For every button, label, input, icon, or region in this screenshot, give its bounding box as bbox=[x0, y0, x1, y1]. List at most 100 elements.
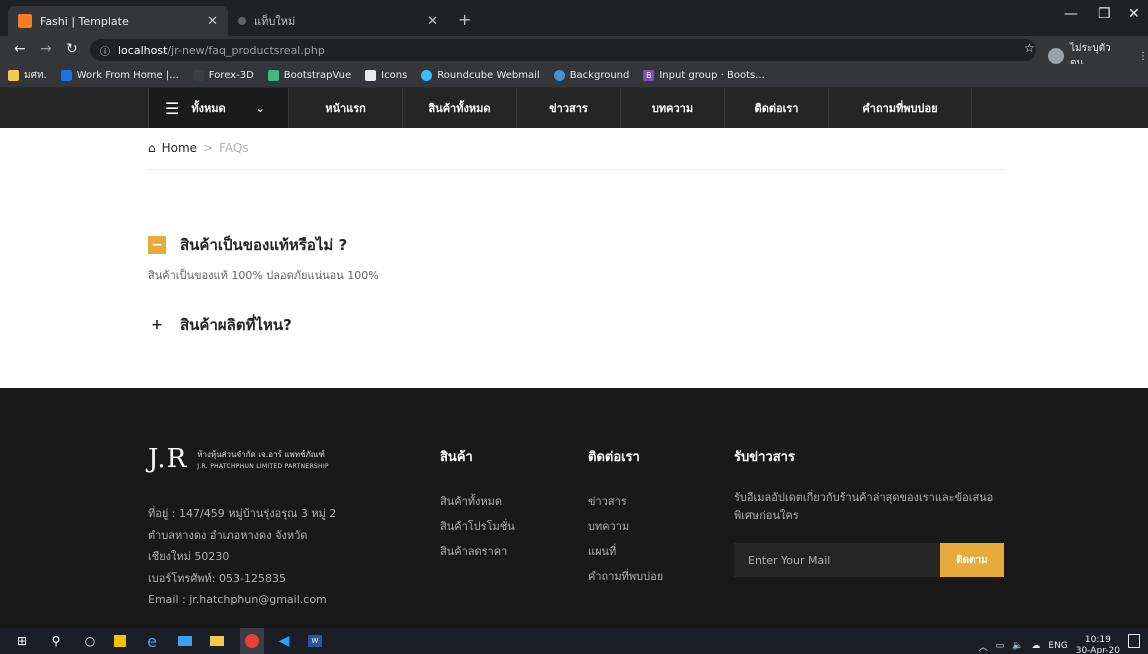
bootstrap-icon: B bbox=[643, 70, 655, 81]
footer-column-title: สินค้า bbox=[440, 450, 473, 465]
file-explorer-icon[interactable] bbox=[210, 636, 224, 646]
nav-news[interactable]: ข่าวสาร bbox=[516, 88, 620, 128]
bookmark-item[interactable]: มศท. bbox=[8, 68, 47, 83]
bookmark-item[interactable]: Work From Home |... bbox=[60, 70, 179, 81]
email-line: Email : jr.hatchphun@gmail.com bbox=[148, 593, 327, 606]
vue-icon bbox=[267, 70, 279, 81]
word-icon[interactable]: W bbox=[308, 635, 322, 647]
bookmark-item[interactable]: Background bbox=[553, 70, 629, 81]
background-icon bbox=[553, 70, 565, 81]
window-close-icon[interactable]: ✕ bbox=[1128, 6, 1140, 22]
footer-column-title: ติดต่อเรา bbox=[588, 450, 640, 465]
faq-question-text: สินค้าเป็นของแท้หรือไม่ ? bbox=[180, 236, 348, 254]
roundcube-icon bbox=[421, 70, 433, 81]
nav-all-products[interactable]: สินค้าทั้งหมด bbox=[402, 88, 516, 128]
maximize-icon[interactable]: ❐ bbox=[1098, 6, 1111, 22]
search-icon[interactable]: ⚲ bbox=[48, 633, 64, 649]
vscode-icon[interactable]: ◀ bbox=[276, 633, 292, 649]
nav-faq[interactable]: คำถามที่พบบ่อย bbox=[828, 88, 972, 128]
tray-chevron-icon[interactable]: ︿ bbox=[979, 640, 988, 653]
breadcrumb-separator: > bbox=[203, 141, 214, 155]
logo-company-name: ห้างหุ้นส่วนจำกัด เจ.อาร์ แพทช์ภัณฑ์ J.R… bbox=[197, 450, 329, 470]
footer-products-column: สินค้า สินค้าทั้งหมด สินค้าโปรโมชั่น สิน… bbox=[440, 446, 515, 564]
company-logo[interactable]: J.R ห้างหุ้นส่วนจำกัด เจ.อาร์ แพทช์ภัณฑ์… bbox=[148, 444, 329, 474]
menu-icon[interactable]: ⋮ bbox=[1138, 51, 1148, 62]
onedrive-icon[interactable]: ☁ bbox=[1031, 641, 1040, 651]
footer-link[interactable]: คำถามที่พบบ่อย bbox=[588, 564, 663, 589]
phone-line: เบอร์โทรศัพท์: 053-125835 bbox=[148, 571, 286, 585]
bookmark-item[interactable]: Forex-3D bbox=[192, 70, 254, 81]
sticky-notes-icon[interactable] bbox=[114, 635, 126, 647]
footer-link[interactable]: บทความ bbox=[588, 514, 663, 539]
volume-icon[interactable]: 🔈 bbox=[1012, 641, 1023, 651]
footer-column-title: รับข่าวสาร bbox=[734, 450, 795, 465]
back-icon[interactable]: ← bbox=[14, 41, 26, 57]
bookmark-item[interactable]: BootstrapVue bbox=[267, 70, 351, 81]
footer-link[interactable]: สินค้าโปรโมชั่น bbox=[440, 514, 515, 539]
network-icon[interactable]: ▭ bbox=[996, 641, 1005, 651]
language-indicator[interactable]: ENG bbox=[1048, 641, 1067, 651]
minimize-icon[interactable]: — bbox=[1064, 6, 1078, 22]
store-icon[interactable] bbox=[178, 636, 192, 646]
breadcrumb-home[interactable]: Home bbox=[162, 141, 197, 155]
url-path: /jr-new/faq_productsreal.php bbox=[167, 43, 325, 57]
footer-link[interactable]: สินค้าลดราคา bbox=[440, 539, 515, 564]
folder-icon bbox=[8, 70, 19, 81]
info-icon[interactable]: ⓘ bbox=[100, 43, 110, 58]
forex-icon bbox=[192, 70, 204, 81]
incognito-icon bbox=[1048, 48, 1064, 64]
newsletter-description: รับอีเมลอัปเดตเกี่ยวกับร้านค้าล่าสุดของเ… bbox=[734, 491, 994, 522]
site-navbar: ☰ ทั้งหมด ⌄ หน้าแรก สินค้าทั้งหมด ข่าวสา… bbox=[0, 88, 1148, 128]
faq-question-text: สินค้าผลิตที่ไหน? bbox=[180, 316, 292, 334]
breadcrumb: ⌂ Home > FAQs bbox=[148, 141, 249, 155]
reload-icon[interactable]: ↻ bbox=[66, 41, 78, 57]
footer-newsletter-column: รับข่าวสาร รับอีเมลอัปเดตเกี่ยวกับร้านค้… bbox=[734, 446, 1014, 577]
footer-link[interactable]: ข่าวสาร bbox=[588, 489, 663, 514]
company-address: ที่อยู่ : 147/459 หมู่บ้านรุ่งอรุณ 3 หมู… bbox=[148, 503, 336, 611]
footer-link[interactable]: สินค้าทั้งหมด bbox=[440, 489, 515, 514]
bookmark-item[interactable]: Roundcube Webmail bbox=[421, 70, 540, 81]
footer: J.R ห้างหุ้นส่วนจำกัด เจ.อาร์ แพทช์ภัณฑ์… bbox=[0, 388, 1148, 628]
nav-contact[interactable]: ติดต่อเรา bbox=[724, 88, 828, 128]
expand-icon[interactable]: + bbox=[148, 316, 166, 334]
tab-close-icon[interactable]: ✕ bbox=[207, 14, 218, 29]
bookmark-star-icon[interactable]: ☆ bbox=[1024, 41, 1035, 55]
address-line: ที่อยู่ : 147/459 หมู่บ้านรุ่งอรุณ 3 หมู… bbox=[148, 507, 337, 520]
address-line: เชียงใหม่ 50230 bbox=[148, 550, 230, 563]
collapse-icon[interactable]: − bbox=[148, 236, 166, 254]
new-tab-button[interactable]: + bbox=[458, 10, 471, 29]
browser-tab-bar: Fashi | Template ✕ แท็บใหม่ ✕ + — ❐ ✕ bbox=[0, 0, 1148, 36]
faq-question-1[interactable]: − สินค้าเป็นของแท้หรือไม่ ? bbox=[148, 233, 347, 257]
bookmark-item[interactable]: Icons bbox=[365, 70, 407, 81]
nav-home[interactable]: หน้าแรก bbox=[288, 88, 402, 128]
category-dropdown[interactable]: ☰ ทั้งหมด ⌄ bbox=[148, 88, 288, 128]
cortana-icon[interactable]: ○ bbox=[82, 633, 98, 649]
faq-question-2[interactable]: + สินค้าผลิตที่ไหน? bbox=[148, 313, 292, 337]
system-tray: ︿ ▭ 🔈 ☁ ENG 10:19 30-Apr-20 bbox=[979, 635, 1120, 654]
email-input[interactable]: Enter Your Mail bbox=[734, 543, 940, 577]
forward-icon[interactable]: → bbox=[40, 41, 52, 57]
tab-title: Fashi | Template bbox=[40, 14, 129, 28]
subscribe-button[interactable]: ติดตาม bbox=[940, 543, 1004, 577]
faq-answer-1: สินค้าเป็นของแท้ 100% ปลอดภัยแน่นอน 100% bbox=[148, 269, 379, 282]
breadcrumb-current: FAQs bbox=[219, 141, 249, 155]
nav-articles[interactable]: บทความ bbox=[620, 88, 724, 128]
new-tab-favicon-icon bbox=[238, 17, 246, 25]
hamburger-icon: ☰ bbox=[165, 98, 180, 118]
notification-icon[interactable] bbox=[1128, 634, 1140, 648]
chrome-icon[interactable] bbox=[240, 628, 264, 654]
home-icon: ⌂ bbox=[148, 141, 156, 155]
clock[interactable]: 10:19 30-Apr-20 bbox=[1076, 635, 1120, 654]
url-bar[interactable]: ⓘ localhost /jr-new/faq_productsreal.php bbox=[90, 39, 1036, 61]
logo-mark: J.R bbox=[148, 444, 188, 474]
windows-start-icon[interactable]: ⊞ bbox=[14, 633, 30, 649]
footer-link[interactable]: แผนที่ bbox=[588, 539, 663, 564]
windows-taskbar: ⊞ ⚲ ○ e ◀ W ︿ ▭ 🔈 ☁ ENG 10:19 30-Apr-20 bbox=[0, 628, 1148, 654]
tab-active[interactable]: Fashi | Template ✕ bbox=[8, 6, 228, 36]
bookmark-item[interactable]: B Input group · Boots... bbox=[643, 70, 765, 81]
address-toolbar: ← → ↻ ⓘ localhost /jr-new/faq_productsre… bbox=[0, 36, 1148, 69]
tab-new[interactable]: แท็บใหม่ ✕ bbox=[228, 6, 448, 36]
edge-icon[interactable]: e bbox=[144, 632, 160, 651]
tab-close-icon[interactable]: ✕ bbox=[427, 14, 438, 29]
address-line: ตำบลหางดง อำเภอหางดง จังหวัด bbox=[148, 528, 308, 542]
